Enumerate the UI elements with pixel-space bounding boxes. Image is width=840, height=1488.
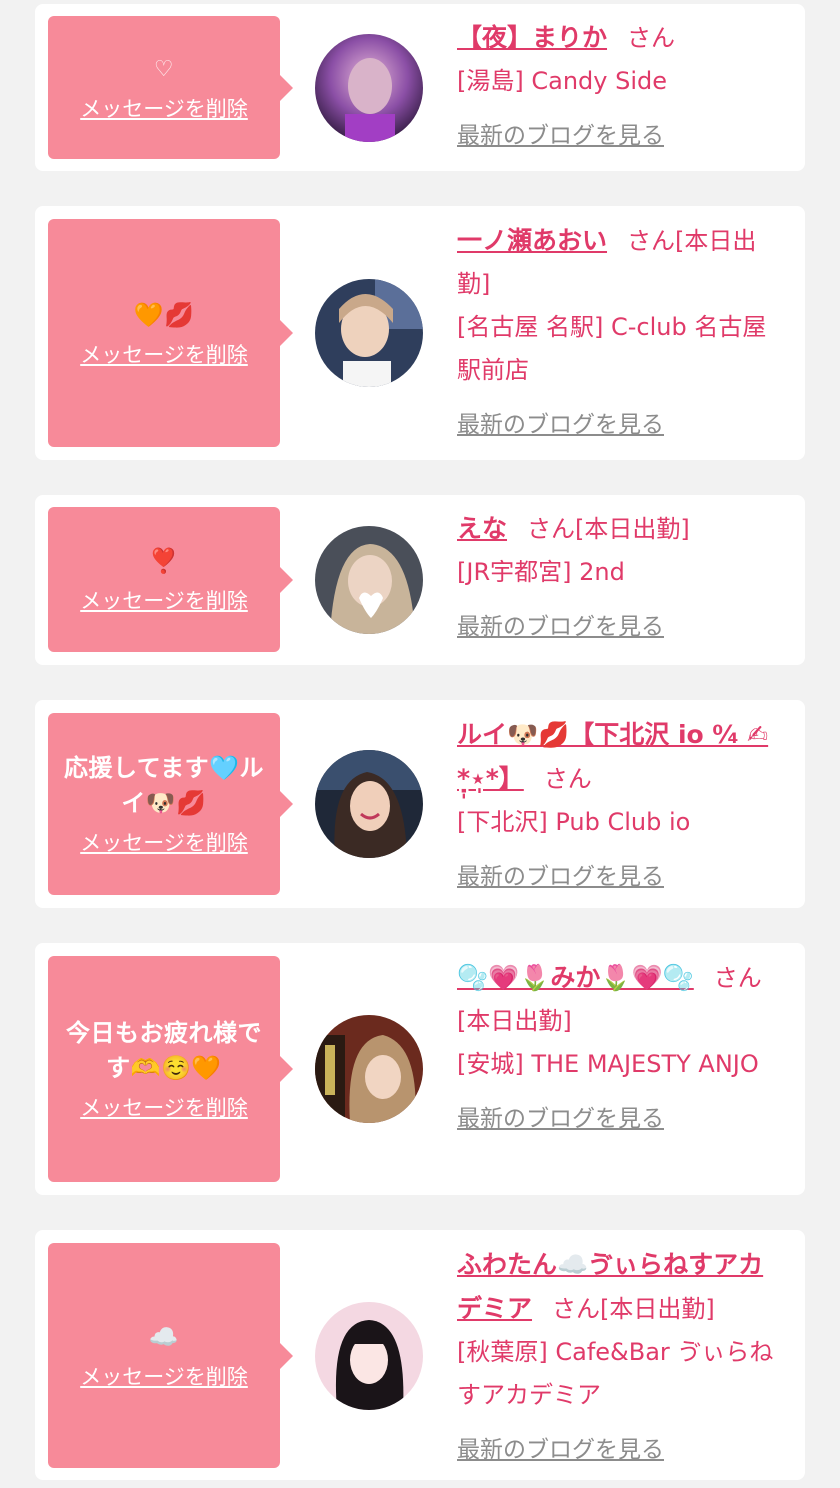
message-text: ❣️ <box>148 547 180 575</box>
honorific: さん <box>627 24 676 52</box>
delete-message-link[interactable]: メッセージを削除 <box>80 827 248 857</box>
message-text: ☁️ <box>148 1323 180 1351</box>
message-card: 今日もお疲れ様です🫶☺️🧡 メッセージを削除 🫧💗🌷みか🌷💗🫧 さん [本日出勤] … <box>35 943 805 1195</box>
cast-name-link[interactable]: ルイ🐶💋【下北沢 io ⁰⁄₄ ✍︎*̣̩⋆̩*】 <box>457 720 768 793</box>
honorific: さん <box>552 1295 601 1323</box>
work-status: [本日出勤] <box>600 1295 715 1323</box>
message-bubble: ♡ メッセージを削除 <box>48 16 293 159</box>
message-text: 今日もお疲れ様です🫶☺️🧡 <box>66 1019 262 1082</box>
avatar[interactable] <box>315 34 423 142</box>
cast-info: ルイ🐶💋【下北沢 io ⁰⁄₄ ✍︎*̣̩⋆̩*】 さん [下北沢] Pub Cl… <box>457 713 787 899</box>
cast-name-link[interactable]: 🫧💗🌷みか🌷💗🫧 <box>457 963 694 992</box>
avatar-image <box>315 1015 423 1123</box>
latest-blog-link[interactable]: 最新のブログを見る <box>457 404 664 447</box>
delete-message-link[interactable]: メッセージを削除 <box>80 585 248 615</box>
cast-info: 【夜】まりか さん [湯島] Candy Side 最新のブログを見る <box>457 16 787 158</box>
work-status: [本日出勤] <box>457 1007 572 1035</box>
avatar-image <box>315 279 423 387</box>
latest-blog-link[interactable]: 最新のブログを見る <box>457 1429 664 1472</box>
honorific: さん <box>713 964 762 992</box>
avatar[interactable] <box>315 1302 423 1410</box>
shop-name: [安城] THE MAJESTY ANJO <box>457 1050 759 1078</box>
latest-blog-link[interactable]: 最新のブログを見る <box>457 856 664 899</box>
shop-name: [JR宇都宮] 2nd <box>457 558 625 586</box>
message-bubble: ☁️ メッセージを削除 <box>48 1243 293 1468</box>
avatar-image <box>315 750 423 858</box>
cast-name-link[interactable]: 一ノ瀬あおい <box>457 226 607 255</box>
latest-blog-link[interactable]: 最新のブログを見る <box>457 1098 664 1141</box>
cast-name-link[interactable]: えな <box>457 514 507 543</box>
message-text: 応援してます🩵ルイ🐶💋 <box>64 754 264 817</box>
avatar-image <box>315 34 423 142</box>
message-text: 🧡💋 <box>133 300 195 329</box>
message-card: ☁️ メッセージを削除 ふわたん☁️ゔぃらねすアカデミア さん[本日出勤] [秋葉… <box>35 1230 805 1480</box>
avatar-image <box>315 1302 423 1410</box>
cast-name-link[interactable]: 【夜】まりか <box>457 23 607 52</box>
shop-name: [下北沢] Pub Club io <box>457 808 691 836</box>
avatar[interactable] <box>315 750 423 858</box>
delete-message-link[interactable]: メッセージを削除 <box>80 93 248 123</box>
cast-info: ふわたん☁️ゔぃらねすアカデミア さん[本日出勤] [秋葉原] Cafe&Bar … <box>457 1243 787 1472</box>
delete-message-link[interactable]: メッセージを削除 <box>80 1361 248 1391</box>
latest-blog-link[interactable]: 最新のブログを見る <box>457 606 664 649</box>
honorific: さん <box>543 765 592 793</box>
avatar-image <box>315 526 423 634</box>
honorific: さん <box>627 227 676 255</box>
message-card: ❣️ メッセージを削除 えな さん[本日出勤] [JR宇都宮] 2nd 最新のブロ… <box>35 495 805 665</box>
message-card: ♡ メッセージを削除 【夜】まりか さん [湯島] Candy Side 最新のブ… <box>35 4 805 171</box>
avatar[interactable] <box>315 526 423 634</box>
cast-info: えな さん[本日出勤] [JR宇都宮] 2nd 最新のブログを見る <box>457 507 787 649</box>
avatar[interactable] <box>315 279 423 387</box>
honorific: さん <box>527 515 576 543</box>
delete-message-link[interactable]: メッセージを削除 <box>80 339 248 369</box>
cast-info: 一ノ瀬あおい さん[本日出勤] [名古屋 名駅] C-club 名古屋駅前店 最新… <box>457 219 787 447</box>
message-card: 🧡💋 メッセージを削除 一ノ瀬あおい さん[本日出勤] [名古屋 名駅] C-cl… <box>35 206 805 460</box>
shop-name: [名古屋 名駅] C-club 名古屋駅前店 <box>457 313 767 384</box>
message-bubble: 🧡💋 メッセージを削除 <box>48 219 293 447</box>
message-bubble: 今日もお疲れ様です🫶☺️🧡 メッセージを削除 <box>48 956 293 1182</box>
shop-name: [秋葉原] Cafe&Bar ゔぃらねすアカデミア <box>457 1338 774 1409</box>
work-status: [本日出勤] <box>575 515 690 543</box>
delete-message-link[interactable]: メッセージを削除 <box>80 1092 248 1122</box>
message-bubble: 応援してます🩵ルイ🐶💋 メッセージを削除 <box>48 713 293 895</box>
latest-blog-link[interactable]: 最新のブログを見る <box>457 115 664 158</box>
shop-name: [湯島] Candy Side <box>457 67 667 95</box>
avatar[interactable] <box>315 1015 423 1123</box>
message-bubble: ❣️ メッセージを削除 <box>48 507 293 652</box>
message-text: ♡ <box>153 57 175 82</box>
cast-info: 🫧💗🌷みか🌷💗🫧 さん [本日出勤] [安城] THE MAJESTY ANJO 最… <box>457 956 787 1141</box>
message-card: 応援してます🩵ルイ🐶💋 メッセージを削除 ルイ🐶💋【下北沢 io ⁰⁄₄ ✍︎*… <box>35 700 805 908</box>
